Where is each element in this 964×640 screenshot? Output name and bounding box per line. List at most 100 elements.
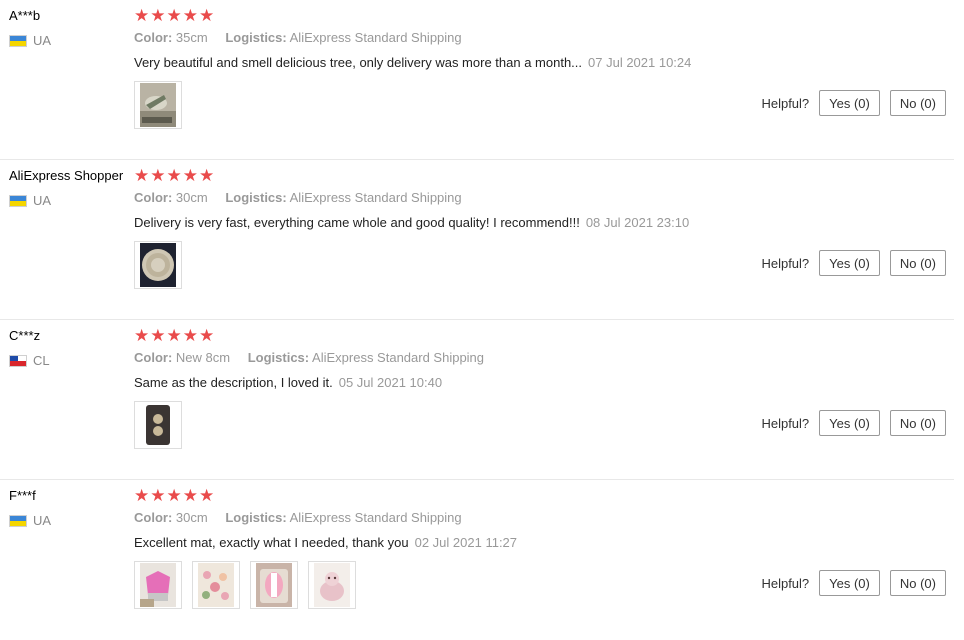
star-icon: ★ xyxy=(199,6,215,25)
review-photo[interactable] xyxy=(134,81,182,129)
star-icon: ★ xyxy=(134,6,150,25)
helpful-yes-button[interactable]: Yes (0) xyxy=(819,250,880,276)
logistics-value: AliExpress Standard Shipping xyxy=(289,190,462,205)
photo-pink-2 xyxy=(198,563,234,607)
logistics-label: Logistics: xyxy=(225,510,287,525)
helpful-yes-button[interactable]: Yes (0) xyxy=(819,570,880,596)
star-icon: ★ xyxy=(182,326,198,345)
helpful-vote: Helpful? Yes (0) No (0) xyxy=(761,90,946,116)
reviewer-info: AliExpress Shopper UA xyxy=(9,168,134,208)
star-icon: ★ xyxy=(166,6,182,25)
star-icon: ★ xyxy=(166,326,182,345)
helpful-vote: Helpful? Yes (0) No (0) xyxy=(761,250,946,276)
ukraine-flag-icon xyxy=(9,514,27,527)
order-info: Color: 35cm Logistics: AliExpress Standa… xyxy=(134,30,954,46)
helpful-no-button[interactable]: No (0) xyxy=(889,90,946,116)
reviewer-country: CL xyxy=(9,353,134,368)
color-label: Color: xyxy=(134,510,173,525)
color-value: New 8cm xyxy=(175,350,231,365)
country-code: CL xyxy=(33,353,50,368)
star-icon: ★ xyxy=(134,326,150,345)
review-photo[interactable] xyxy=(308,561,356,609)
review-body: Excellent mat, exactly what I needed, th… xyxy=(134,535,409,550)
reviewer-country: UA xyxy=(9,513,134,528)
star-icon: ★ xyxy=(150,486,166,505)
helpful-vote: Helpful? Yes (0) No (0) xyxy=(761,570,946,596)
order-info: Color: 30cm Logistics: AliExpress Standa… xyxy=(134,510,954,526)
star-icon: ★ xyxy=(182,6,198,25)
review-item: A***b UA ★ ★ ★ ★ ★ Color: 35cm Logistics: Al… xyxy=(0,0,954,160)
helpful-label: Helpful? xyxy=(761,95,810,111)
photo-coasters xyxy=(140,403,176,447)
reviews-list: A***b UA ★ ★ ★ ★ ★ Color: 35cm Logistics: Al… xyxy=(0,0,964,640)
star-rating: ★ ★ ★ ★ ★ xyxy=(134,486,954,506)
reviewer-name: A***b xyxy=(9,8,41,23)
review-item: C***z CL ★ ★ ★ ★ ★ Color: New 8cm Logistics:… xyxy=(0,320,954,480)
star-icon: ★ xyxy=(199,166,215,185)
review-photo[interactable] xyxy=(134,401,182,449)
review-text: Very beautiful and smell delicious tree,… xyxy=(134,55,954,71)
review-date: 07 Jul 2021 10:24 xyxy=(588,55,692,70)
photo-pink-3 xyxy=(256,563,292,607)
star-icon: ★ xyxy=(182,166,198,185)
review-photo[interactable] xyxy=(250,561,298,609)
ukraine-flag-icon xyxy=(9,34,27,47)
review-body: Same as the description, I loved it. xyxy=(134,375,333,390)
helpful-label: Helpful? xyxy=(761,255,810,271)
country-code: UA xyxy=(33,193,52,208)
review-body: Very beautiful and smell delicious tree,… xyxy=(134,55,583,70)
review-photo[interactable] xyxy=(134,561,182,609)
chile-flag-icon xyxy=(9,354,27,367)
star-icon: ★ xyxy=(150,326,166,345)
star-icon: ★ xyxy=(166,166,182,185)
order-info: Color: 30cm Logistics: AliExpress Standa… xyxy=(134,190,954,206)
color-label: Color: xyxy=(134,30,173,45)
logistics-value: AliExpress Standard Shipping xyxy=(289,510,462,525)
photo-round-mat xyxy=(140,243,176,287)
country-code: UA xyxy=(33,33,52,48)
country-code: UA xyxy=(33,513,52,528)
star-icon: ★ xyxy=(134,166,150,185)
order-info: Color: New 8cm Logistics: AliExpress Sta… xyxy=(134,350,954,366)
review-text: Same as the description, I loved it. 05 J… xyxy=(134,375,954,391)
review-text: Excellent mat, exactly what I needed, th… xyxy=(134,535,954,551)
star-rating: ★ ★ ★ ★ ★ xyxy=(134,166,954,186)
review-photo[interactable] xyxy=(192,561,240,609)
reviewer-country: UA xyxy=(9,193,134,208)
review-item: AliExpress Shopper UA ★ ★ ★ ★ ★ Color: 30cm … xyxy=(0,160,954,320)
color-label: Color: xyxy=(134,350,173,365)
review-body: Delivery is very fast, everything came w… xyxy=(134,215,580,230)
star-icon: ★ xyxy=(182,486,198,505)
helpful-label: Helpful? xyxy=(761,575,810,591)
logistics-value: AliExpress Standard Shipping xyxy=(312,350,485,365)
reviewer-name: C***z xyxy=(9,328,41,343)
star-icon: ★ xyxy=(199,486,215,505)
star-icon: ★ xyxy=(150,6,166,25)
photo-tree xyxy=(140,83,176,127)
photo-pink-1 xyxy=(140,563,176,607)
review-item: F***f UA ★ ★ ★ ★ ★ Color: 30cm Logistics: Al… xyxy=(0,480,954,640)
reviewer-name: AliExpress Shopper xyxy=(9,168,124,183)
review-date: 08 Jul 2021 23:10 xyxy=(585,215,690,230)
star-rating: ★ ★ ★ ★ ★ xyxy=(134,326,954,346)
reviewer-name: F***f xyxy=(9,488,36,503)
star-icon: ★ xyxy=(166,486,182,505)
helpful-yes-button[interactable]: Yes (0) xyxy=(819,90,880,116)
star-rating: ★ ★ ★ ★ ★ xyxy=(134,6,954,26)
color-value: 30cm xyxy=(175,510,208,525)
color-value: 35cm xyxy=(175,30,208,45)
reviewer-info: F***f UA xyxy=(9,488,134,528)
helpful-no-button[interactable]: No (0) xyxy=(889,250,946,276)
helpful-no-button[interactable]: No (0) xyxy=(889,570,946,596)
color-label: Color: xyxy=(134,190,173,205)
star-icon: ★ xyxy=(199,326,215,345)
helpful-no-button[interactable]: No (0) xyxy=(889,410,946,436)
logistics-label: Logistics: xyxy=(225,30,287,45)
helpful-yes-button[interactable]: Yes (0) xyxy=(819,410,880,436)
star-icon: ★ xyxy=(134,486,150,505)
helpful-label: Helpful? xyxy=(761,415,810,431)
helpful-vote: Helpful? Yes (0) No (0) xyxy=(761,410,946,436)
review-date: 02 Jul 2021 11:27 xyxy=(414,535,518,550)
review-text: Delivery is very fast, everything came w… xyxy=(134,215,954,231)
review-photo[interactable] xyxy=(134,241,182,289)
